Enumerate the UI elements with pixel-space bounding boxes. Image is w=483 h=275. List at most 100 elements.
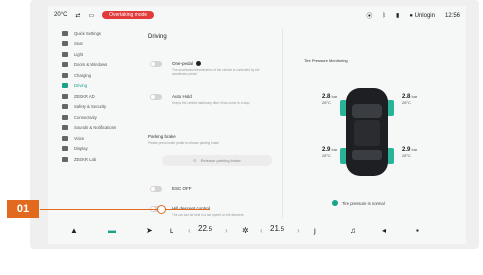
wifi-icon: [62, 114, 68, 120]
tire-temp: 28°C: [402, 153, 411, 158]
user-icon: ●: [409, 12, 413, 19]
location-icon: ⦿: [366, 14, 373, 20]
car-top-view-icon: [340, 88, 394, 176]
tire-pressure-panel: Tire Pressure Monitoring 2.8 bar 28°C 2.…: [284, 28, 466, 218]
auto-hold-toggle[interactable]: [150, 94, 162, 100]
left-temp-decimal: .5: [206, 227, 212, 233]
sidebar-item-label: Connectivity: [74, 114, 97, 120]
display-icon: [62, 146, 68, 152]
user-account[interactable]: ● Unlogin: [409, 13, 435, 19]
vehicle-settings-icon[interactable]: ▬: [108, 226, 116, 236]
sidebar-item-display[interactable]: Display: [48, 144, 138, 155]
sidebar-item-label: Seat: [74, 41, 83, 47]
sidebar-item-lab[interactable]: ZEEKR Lab: [48, 154, 138, 165]
sidebar-item-quick-settings[interactable]: Quick Settings: [48, 28, 138, 39]
bottom-dock: ▲ ▬ ➤ ʟ ‹ 22.5 › ✲ ‹ 21.5 › ȷ ♫ ◂ ▪: [48, 220, 466, 244]
sidebar-item-doors-windows[interactable]: Doors & Windows: [48, 60, 138, 71]
parking-brake-icon: ⊙: [193, 158, 197, 163]
sidebar-item-label: ZEEKR AD: [74, 93, 95, 99]
sidebar-item-connectivity[interactable]: Connectivity: [48, 112, 138, 123]
sidebar-item-label: Display: [74, 146, 88, 152]
user-label: Unlogin: [414, 12, 435, 19]
esc-off-toggle[interactable]: [150, 186, 162, 192]
left-temp-decrease-icon[interactable]: ‹: [188, 226, 191, 236]
lab-icon: [62, 156, 68, 162]
apps-grid-icon[interactable]: ▪: [416, 226, 419, 236]
one-pedal-toggle[interactable]: [150, 61, 162, 67]
callout-target: [157, 205, 166, 214]
tire-unit: bar: [331, 147, 338, 152]
tire-rear-left: 2.9 bar 28°C: [322, 147, 337, 158]
right-temp-decimal: .5: [278, 227, 284, 233]
door-icon: [62, 62, 68, 68]
tire-front-right: 2.8 bar 28°C: [402, 94, 417, 105]
right-temp-value: 21: [270, 224, 279, 233]
esc-off-setting: ESC OFF: [150, 186, 192, 192]
sidebar-item-label: Light: [74, 51, 84, 57]
one-pedal-setting: One-pedal The accelerator/deceleration o…: [150, 61, 262, 76]
sidebar-item-zeekr-ad[interactable]: ZEEKR AD: [48, 91, 138, 102]
one-pedal-label: One-pedal: [172, 61, 194, 66]
page-title: Driving: [148, 34, 167, 40]
info-icon[interactable]: [196, 61, 202, 67]
auto-hold-setting: Auto Hold Keeps the vehicle stationary a…: [150, 94, 262, 105]
sidebar-item-charging[interactable]: Charging: [48, 70, 138, 81]
sound-icon: [62, 125, 68, 131]
sidebar-item-label: Voice: [74, 135, 85, 141]
sidebar-item-driving[interactable]: Driving: [48, 81, 138, 92]
tire-status-text: Tire pressure is normal: [342, 200, 385, 206]
alert-pill[interactable]: Overtaking mode: [102, 11, 155, 19]
right-temperature[interactable]: 21.5: [270, 224, 284, 235]
quick-settings-icon: [62, 30, 68, 36]
shield-icon: [62, 104, 68, 110]
release-parking-brake-button[interactable]: ⊙ Release parking brake: [162, 155, 272, 166]
fan-icon[interactable]: ✲: [242, 226, 249, 236]
parking-brake-description: Please press brake pedal to release park…: [148, 141, 220, 145]
tire-temp: 28°C: [322, 153, 331, 158]
parking-brake-label: Parking brake: [148, 134, 176, 139]
sidebar-item-label: Driving: [74, 83, 88, 89]
temperature-readout: 20°C: [54, 12, 68, 18]
sidebar-item-label: Safety & Security: [74, 104, 107, 110]
auto-hold-description: Keeps the vehicle stationary after it ha…: [172, 101, 250, 105]
left-temperature[interactable]: 22.5: [198, 224, 212, 235]
check-icon: [332, 200, 338, 206]
tire-temp: 28°C: [322, 100, 331, 105]
steering-wheel-icon: [62, 93, 68, 99]
auto-hold-label: Auto Hold: [172, 94, 192, 99]
navigation-icon[interactable]: ➤: [146, 226, 153, 236]
tire-unit: bar: [331, 94, 338, 99]
left-temp-increase-icon[interactable]: ›: [225, 226, 228, 236]
sidebar-item-seat[interactable]: Seat: [48, 39, 138, 50]
esc-off-label: ESC OFF: [172, 186, 192, 191]
sidebar-item-safety[interactable]: Safety & Security: [48, 102, 138, 113]
settings-sidebar: Quick Settings Seat Light Doors & Window…: [48, 28, 138, 218]
sidebar-item-light[interactable]: Light: [48, 49, 138, 60]
sidebar-item-label: Charging: [74, 72, 91, 78]
seat-icon: [62, 41, 68, 47]
right-temp-decrease-icon[interactable]: ‹: [260, 226, 263, 236]
one-pedal-description: The accelerator/deceleration of the vehi…: [172, 68, 260, 77]
tire-unit: bar: [411, 147, 418, 152]
seat-heat-right-icon[interactable]: ȷ: [314, 226, 316, 236]
volume-icon[interactable]: ◂: [382, 226, 386, 236]
bluetooth-icon: ᛒ: [382, 12, 387, 19]
tire-front-left: 2.8 bar 28°C: [322, 94, 337, 105]
sidebar-item-sounds[interactable]: Sounds & Notifications: [48, 123, 138, 134]
status-bar: 20°C ⇄ ▭ Overtaking mode ⦿ ᛒ ▮ ● Unlogin…: [48, 6, 466, 26]
tire-temp: 28°C: [402, 100, 411, 105]
sidebar-item-voice[interactable]: Voice: [48, 133, 138, 144]
sidebar-item-label: Sounds & Notifications: [74, 125, 117, 131]
seat-heat-left-icon[interactable]: ʟ: [170, 226, 173, 236]
sidebar-item-label: Quick Settings: [74, 30, 101, 36]
light-icon: [62, 51, 68, 57]
tire-rear-right: 2.9 bar 28°C: [402, 147, 417, 158]
clock: 12:56: [444, 12, 460, 19]
release-parking-brake-label: Release parking brake: [200, 158, 241, 163]
battery-icon: ▭: [88, 12, 95, 19]
microphone-icon: [62, 135, 68, 141]
music-icon[interactable]: ♫: [350, 226, 356, 236]
car-icon[interactable]: ▲: [70, 226, 78, 236]
right-temp-increase-icon[interactable]: ›: [297, 226, 300, 236]
left-temp-value: 22: [198, 224, 207, 233]
